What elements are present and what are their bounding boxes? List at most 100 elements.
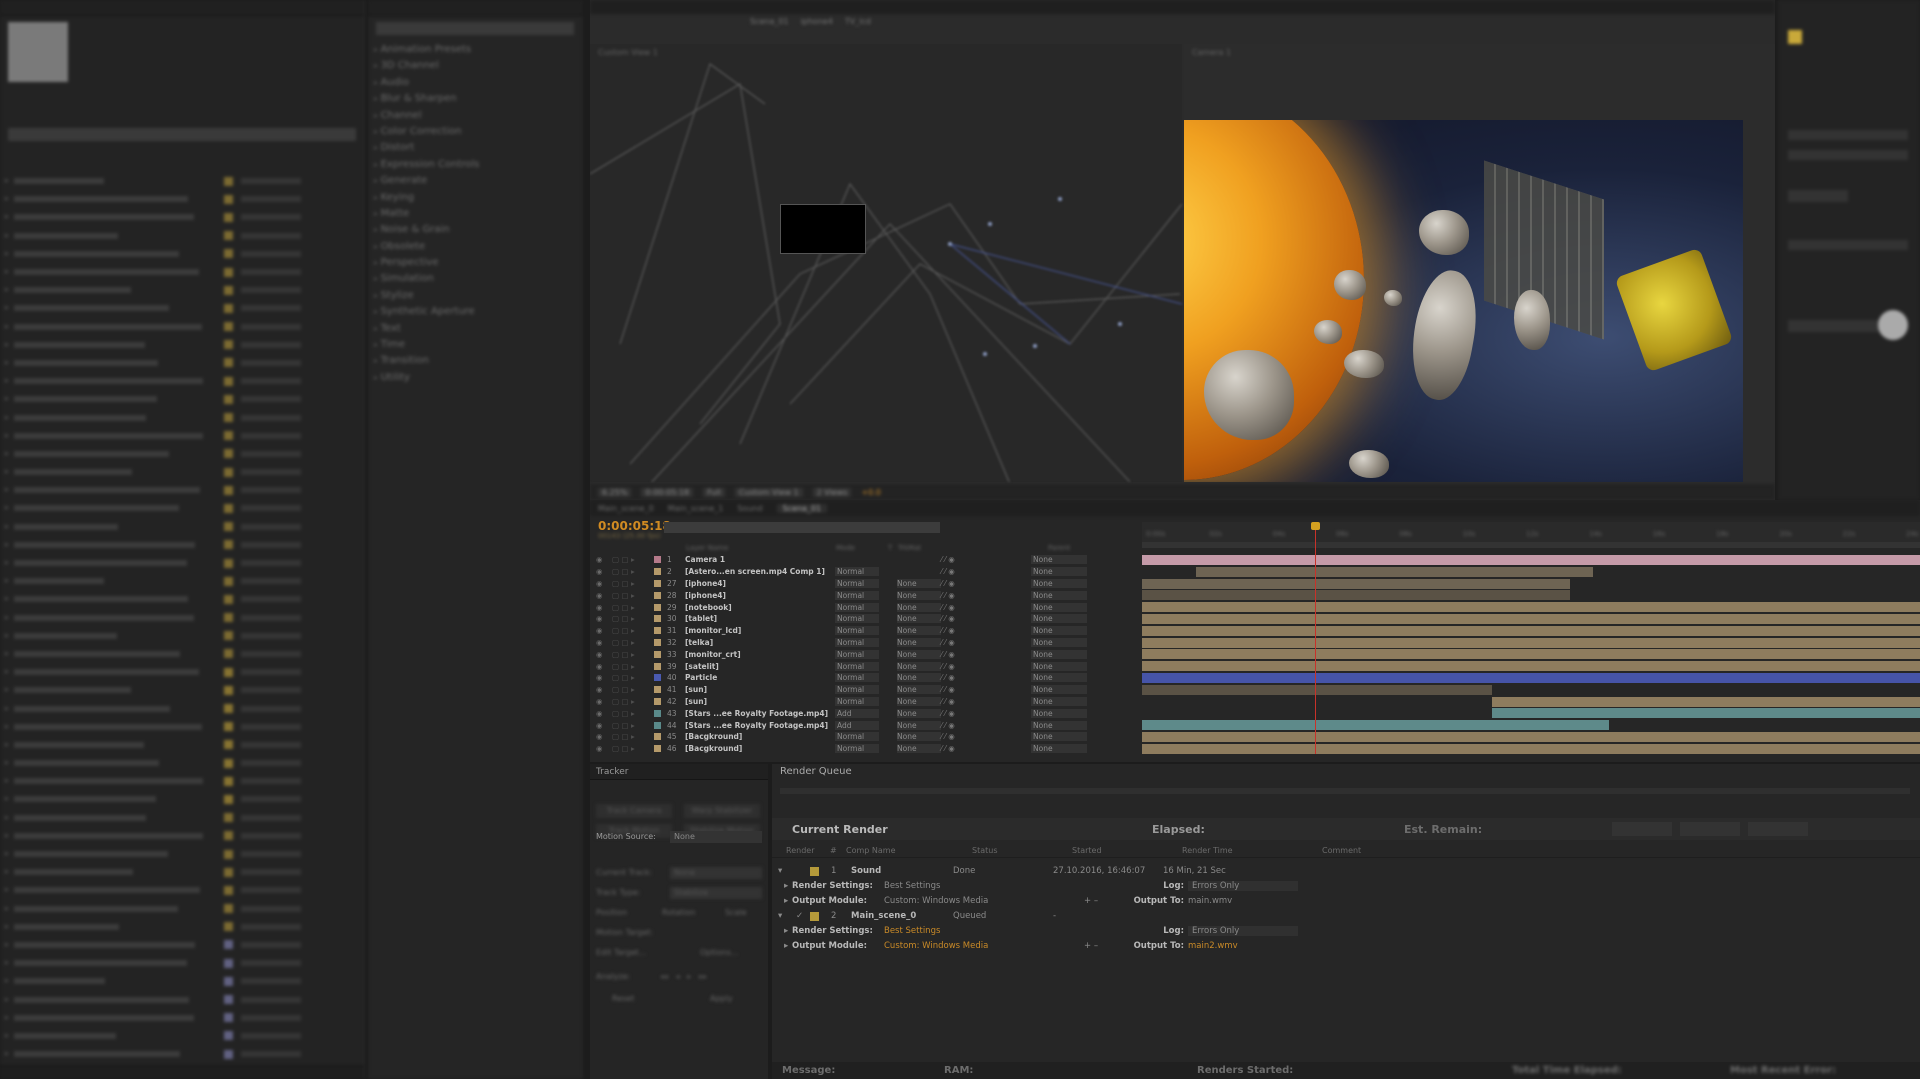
project-item[interactable]: ▸ xyxy=(0,590,364,608)
layer-duration-bar[interactable] xyxy=(1142,731,1920,742)
layer-name[interactable]: [notebook] xyxy=(685,603,835,612)
project-item[interactable]: ▸ xyxy=(0,1045,364,1063)
option-position[interactable]: Position xyxy=(596,908,627,917)
project-item[interactable]: ▸ xyxy=(0,663,364,681)
layer-parent-select[interactable]: None xyxy=(1031,567,1087,577)
twirl-icon[interactable]: ▸ xyxy=(0,467,14,477)
twirl-icon[interactable]: ▸ xyxy=(0,594,14,604)
visibility-eye-icon[interactable]: ◉ xyxy=(590,673,612,682)
layer-switches[interactable]: ▢ ▢ ▸ xyxy=(612,603,654,612)
project-item[interactable]: ▸ xyxy=(0,845,364,863)
layer-duration-bar[interactable] xyxy=(1492,696,1920,707)
layer-row[interactable]: ◉ ▢ ▢ ▸ 39 [satelit] Normal None ⁄ ⁄ ◉ None xyxy=(590,660,1130,672)
twirl-icon[interactable]: ▸ xyxy=(0,522,14,532)
label-swatch[interactable] xyxy=(224,413,233,423)
render-queue-tab[interactable]: Render Queue xyxy=(780,764,852,780)
project-search-input[interactable] xyxy=(8,128,356,141)
layer-switches[interactable]: ▢ ▢ ▸ xyxy=(612,673,654,682)
twirl-icon[interactable]: ▸ xyxy=(0,303,14,313)
view-select[interactable]: Custom View 1 xyxy=(734,487,803,497)
visibility-eye-icon[interactable]: ◉ xyxy=(590,626,612,635)
layer-parent-select[interactable]: None xyxy=(1031,708,1087,718)
layer-label-swatch[interactable] xyxy=(654,591,661,599)
visibility-eye-icon[interactable]: ◉ xyxy=(590,555,612,564)
effects-category-item[interactable]: Channel xyxy=(374,110,479,126)
effects-category-item[interactable]: Text xyxy=(374,323,479,339)
project-item[interactable]: ▸ xyxy=(0,918,364,936)
layer-mode-select[interactable]: Normal xyxy=(835,590,879,600)
twirl-icon[interactable]: ▸ xyxy=(0,194,14,204)
rq-column-header[interactable]: Render Time xyxy=(1182,846,1322,857)
item-output-module-value[interactable]: Custom: Windows Media xyxy=(884,896,1084,906)
layer-fx-switches[interactable]: ⁄ ⁄ ◉ xyxy=(941,685,1031,694)
twirl-icon[interactable]: ▸ xyxy=(0,613,14,623)
layer-row[interactable]: ◉ ▢ ▢ ▸ 46 [Bacgkround] Normal None ⁄ ⁄ ◉ None xyxy=(590,743,1130,755)
project-item[interactable]: ▸ xyxy=(0,336,364,354)
rq-column-header[interactable]: Render xyxy=(786,846,830,857)
layer-duration-bar[interactable] xyxy=(1142,672,1920,683)
effects-category-item[interactable]: Expression Controls xyxy=(374,159,480,175)
twirl-icon[interactable]: ▸ xyxy=(0,667,14,677)
layer-label-swatch[interactable] xyxy=(654,615,661,623)
breadcrumb-item[interactable]: TV_lcd xyxy=(845,17,871,26)
layer-mode-select[interactable]: Add xyxy=(835,720,879,730)
layer-fx-switches[interactable]: ⁄ ⁄ ◉ xyxy=(941,603,1031,612)
visibility-eye-icon[interactable]: ◉ xyxy=(590,650,612,659)
label-swatch[interactable] xyxy=(224,176,233,186)
option-rotation[interactable]: Rotation xyxy=(662,908,695,917)
visibility-eye-icon[interactable]: ◉ xyxy=(590,744,612,753)
effects-category-item[interactable]: Synthetic Aperture xyxy=(374,306,479,322)
label-swatch[interactable] xyxy=(224,212,233,222)
label-swatch[interactable] xyxy=(224,704,233,714)
item-output-to-value[interactable]: main.wmv xyxy=(1188,896,1232,906)
effects-category-item[interactable]: Time xyxy=(374,339,479,355)
layer-name[interactable]: [iphone4] xyxy=(685,579,835,588)
layer-label-swatch[interactable] xyxy=(654,721,661,729)
twirl-icon[interactable]: ▸ xyxy=(0,1049,14,1059)
render-queue-item[interactable]: ▾ ✓ 2 Main_scene_0 Queued - xyxy=(772,909,1920,923)
layer-switches[interactable]: ▢ ▢ ▸ xyxy=(612,614,654,623)
layer-switches[interactable]: ▢ ▢ ▸ xyxy=(612,650,654,659)
layer-fx-switches[interactable]: ⁄ ⁄ ◉ xyxy=(941,638,1031,647)
layer-switches[interactable]: ▢ ▢ ▸ xyxy=(612,721,654,730)
effects-category-item[interactable]: Simulation xyxy=(374,273,479,289)
layer-parent-select[interactable]: None xyxy=(1031,590,1087,600)
layer-switches[interactable]: ▢ ▢ ▸ xyxy=(612,626,654,635)
twirl-icon[interactable]: ▸ xyxy=(0,540,14,550)
layer-trkmat-select[interactable]: None xyxy=(897,720,941,730)
layer-parent-select[interactable]: None xyxy=(1031,602,1087,612)
reset-button[interactable]: Reset xyxy=(612,994,634,1003)
visibility-eye-icon[interactable]: ◉ xyxy=(590,721,612,730)
analyze-controls[interactable]: ◂◂ ◂ ▸ ▸▸ xyxy=(660,972,707,981)
layer-fx-switches[interactable]: ⁄ ⁄ ◉ xyxy=(941,697,1031,706)
expand-arrow-icon[interactable]: ▾ xyxy=(772,911,796,921)
twirl-icon[interactable]: ▸ xyxy=(0,904,14,914)
twirl-icon[interactable]: ▸ xyxy=(0,431,14,441)
layer-fx-switches[interactable]: ⁄ ⁄ ◉ xyxy=(941,662,1031,671)
expand-arrow-icon[interactable]: ▸ xyxy=(772,941,792,951)
layer-duration-bar[interactable] xyxy=(1142,555,1920,565)
project-item[interactable]: ▸ xyxy=(0,227,364,245)
project-item[interactable]: ▸ xyxy=(0,354,364,372)
layer-row[interactable]: ◉ ▢ ▢ ▸ 31 [monitor_lcd] Normal None ⁄ ⁄ ◉ None xyxy=(590,625,1130,637)
layer-duration-bar[interactable] xyxy=(1142,743,1920,754)
twirl-icon[interactable]: ▸ xyxy=(0,449,14,459)
twirl-icon[interactable]: ▸ xyxy=(0,940,14,950)
track-type-select[interactable]: Stabilize xyxy=(670,887,762,899)
layer-row[interactable]: ◉ ▢ ▢ ▸ 41 [sun] Normal None ⁄ ⁄ ◉ None xyxy=(590,684,1130,696)
project-item[interactable]: ▸ xyxy=(0,609,364,627)
visibility-eye-icon[interactable]: ◉ xyxy=(590,614,612,623)
layer-row[interactable]: ◉ ▢ ▢ ▸ 42 [sun] Normal None ⁄ ⁄ ◉ None xyxy=(590,696,1130,708)
label-swatch[interactable] xyxy=(224,485,233,495)
label-swatch[interactable] xyxy=(224,303,233,313)
twirl-icon[interactable]: ▸ xyxy=(0,558,14,568)
project-item[interactable]: ▸ xyxy=(0,390,364,408)
layer-trkmat-select[interactable]: None xyxy=(897,626,941,636)
label-swatch[interactable] xyxy=(224,794,233,804)
twirl-icon[interactable]: ▸ xyxy=(0,722,14,732)
layer-label-swatch[interactable] xyxy=(654,568,661,576)
label-swatch[interactable] xyxy=(224,358,233,368)
project-item[interactable]: ▸ xyxy=(0,481,364,499)
layer-duration-bar[interactable] xyxy=(1492,708,1920,719)
effects-category-item[interactable]: Perspective xyxy=(374,257,479,273)
